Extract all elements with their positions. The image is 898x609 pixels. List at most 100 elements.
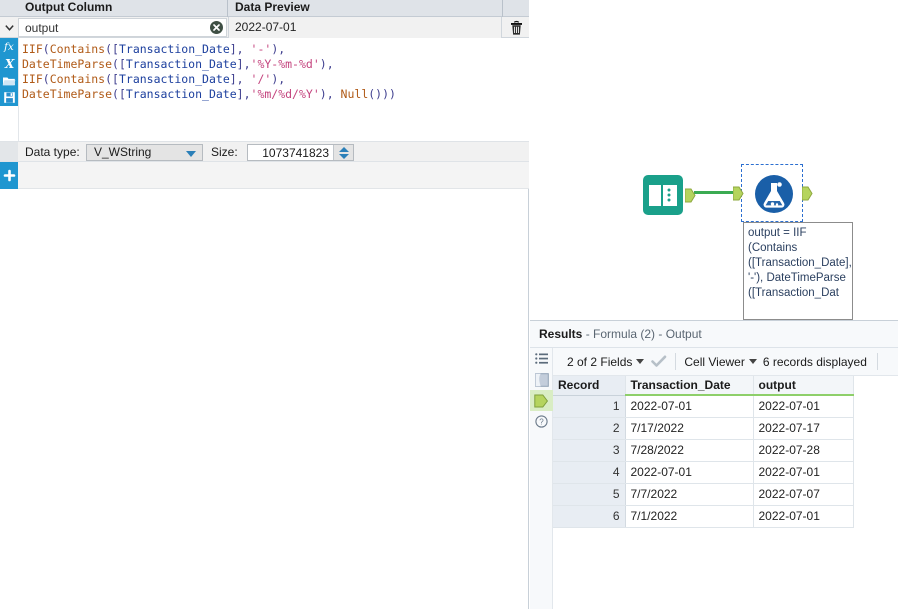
cell-output[interactable]: 2022-07-17	[753, 417, 854, 440]
cell-output[interactable]: 2022-07-01	[753, 461, 854, 484]
function-icon[interactable]: fx	[0, 38, 18, 55]
formula-expression-editor[interactable]: IIF(Contains([Transaction_Date], '-'), Da…	[18, 38, 529, 141]
dtype-row-gutter	[0, 141, 18, 162]
output-anchor-icon[interactable]	[530, 390, 553, 411]
formula-token-fn: Null	[340, 87, 369, 101]
checkmark-icon[interactable]	[651, 355, 667, 368]
help-icon[interactable]: ?	[530, 411, 553, 432]
size-input[interactable]	[248, 145, 333, 160]
cell-record[interactable]: 5	[553, 483, 626, 506]
trash-icon[interactable]	[503, 17, 529, 38]
output-column-input[interactable]	[19, 19, 204, 36]
chevron-down-icon[interactable]	[0, 17, 18, 38]
results-table-body: 1 2022-07-01 2022-07-01 2 7/17/2022 2022-07-1…	[553, 395, 854, 528]
table-row[interactable]: 6 7/1/2022 2022-07-01	[553, 505, 854, 528]
size-spinner-buttons[interactable]	[333, 145, 353, 160]
data-type-row: Data type: V_WString Size:	[18, 141, 529, 162]
cell-output[interactable]: 2022-07-28	[753, 439, 854, 462]
cell-record[interactable]: 2	[553, 417, 626, 440]
cell-transaction-date[interactable]: 7/7/2022	[625, 483, 754, 506]
cell-record[interactable]: 3	[553, 439, 626, 462]
results-label: Results	[539, 327, 583, 341]
add-formula-button[interactable]	[0, 162, 18, 189]
output-anchor-icon[interactable]	[685, 188, 696, 203]
cell-output[interactable]: 2022-07-07	[753, 483, 854, 506]
cell-transaction-date[interactable]: 7/17/2022	[625, 417, 754, 440]
column-header-output[interactable]: output	[753, 376, 854, 396]
formula-token-pun: ),	[271, 72, 286, 86]
formula-token-pun: ],	[229, 42, 251, 56]
size-stepper[interactable]	[247, 144, 354, 161]
toolbar-divider-2	[876, 353, 878, 370]
disk-glyph	[3, 92, 15, 103]
open-folder-icon[interactable]	[0, 72, 18, 89]
node-formula-tool[interactable]	[753, 173, 795, 215]
data-type-label: Data type:	[25, 145, 80, 159]
plus-icon	[3, 169, 15, 182]
table-row[interactable]: 5 7/7/2022 2022-07-07	[553, 483, 854, 506]
formula-token-fld: Transaction_Date	[118, 42, 230, 56]
chevron-down-icon[interactable]	[636, 359, 645, 364]
spinner-down-icon[interactable]	[339, 154, 349, 159]
output-column-field[interactable]	[18, 18, 227, 37]
cell-transaction-date[interactable]: 7/1/2022	[625, 505, 754, 528]
folder-glyph	[2, 77, 16, 86]
panel-glyph	[534, 372, 549, 387]
column-header-transaction-date[interactable]: Transaction_Date	[625, 376, 754, 396]
results-title-suffix: - Formula (2) - Output	[582, 327, 702, 341]
results-toolbar: 2 of 2 Fields Cell Viewer 6 records disp…	[553, 348, 898, 376]
results-panel: Results - Formula (2) - Output ? 2 of 2 …	[530, 320, 898, 609]
formula-token-pun: ([	[105, 72, 119, 86]
node-annotation[interactable]: output = IIF (Contains ([Transaction_Dat…	[743, 222, 853, 320]
panel-view-icon[interactable]	[530, 369, 553, 390]
cell-transaction-date[interactable]: 7/28/2022	[625, 439, 754, 462]
cell-transaction-date[interactable]: 2022-07-01	[625, 461, 754, 484]
add-formula-row	[0, 162, 529, 189]
cell-record[interactable]: 6	[553, 505, 626, 528]
node-text-input[interactable]	[642, 174, 696, 216]
clear-glyph	[213, 24, 220, 31]
chevron-down-glyph	[4, 25, 14, 31]
formula-token-fld: Transaction_Date	[118, 72, 230, 86]
data-preview-value: 2022-07-01	[228, 17, 502, 38]
node-formula-selection[interactable]	[733, 164, 813, 222]
spinner-up-icon[interactable]	[339, 147, 349, 152]
table-row[interactable]: 1 2022-07-01 2022-07-01	[553, 395, 854, 418]
clear-circle-icon[interactable]	[210, 21, 223, 34]
flask-icon	[755, 175, 793, 213]
help-glyph: ?	[535, 415, 548, 428]
size-label: Size:	[211, 145, 238, 159]
workflow-canvas[interactable]: output = IIF (Contains ([Transaction_Dat…	[530, 0, 898, 320]
formula-token-str: '/'	[250, 72, 272, 86]
save-disk-icon[interactable]	[0, 89, 18, 106]
results-table-head: Record Transaction_Date output	[553, 376, 854, 396]
data-type-select[interactable]: V_WString	[86, 144, 203, 161]
table-header-row: Record Transaction_Date output	[553, 376, 854, 396]
fields-selector[interactable]: 2 of 2 Fields	[567, 348, 632, 376]
config-grid-header: Output Column Data Preview	[0, 0, 529, 17]
cell-output[interactable]: 2022-07-01	[753, 395, 854, 418]
table-row[interactable]: 4 2022-07-01 2022-07-01	[553, 461, 854, 484]
formula-token-fn: IIF	[22, 42, 43, 56]
cell-viewer-selector[interactable]: Cell Viewer	[684, 348, 744, 376]
cell-output[interactable]: 2022-07-01	[753, 505, 854, 528]
input-anchor-icon[interactable]	[733, 186, 744, 201]
svg-text:?: ?	[539, 418, 544, 427]
output-anchor-glyph	[534, 394, 549, 407]
cell-transaction-date[interactable]: 2022-07-01	[625, 395, 754, 418]
list-glyph	[535, 353, 548, 364]
table-row[interactable]: 3 7/28/2022 2022-07-28	[553, 439, 854, 462]
trash-glyph	[510, 20, 522, 35]
list-view-icon[interactable]	[530, 348, 553, 369]
header-actions	[503, 0, 529, 17]
formula-token-pun: ),	[319, 57, 334, 71]
formula-line: IIF(Contains([Transaction_Date], '/'),	[22, 72, 529, 87]
cell-record[interactable]: 4	[553, 461, 626, 484]
output-anchor-icon[interactable]	[802, 186, 813, 201]
column-header-record[interactable]: Record	[553, 376, 626, 396]
cell-record[interactable]: 1	[553, 395, 626, 418]
results-table-container[interactable]: Record Transaction_Date output 1 2022-07-…	[553, 376, 898, 609]
chevron-down-icon[interactable]	[748, 359, 757, 364]
table-row[interactable]: 2 7/17/2022 2022-07-17	[553, 417, 854, 440]
variable-icon[interactable]: X	[0, 55, 18, 72]
